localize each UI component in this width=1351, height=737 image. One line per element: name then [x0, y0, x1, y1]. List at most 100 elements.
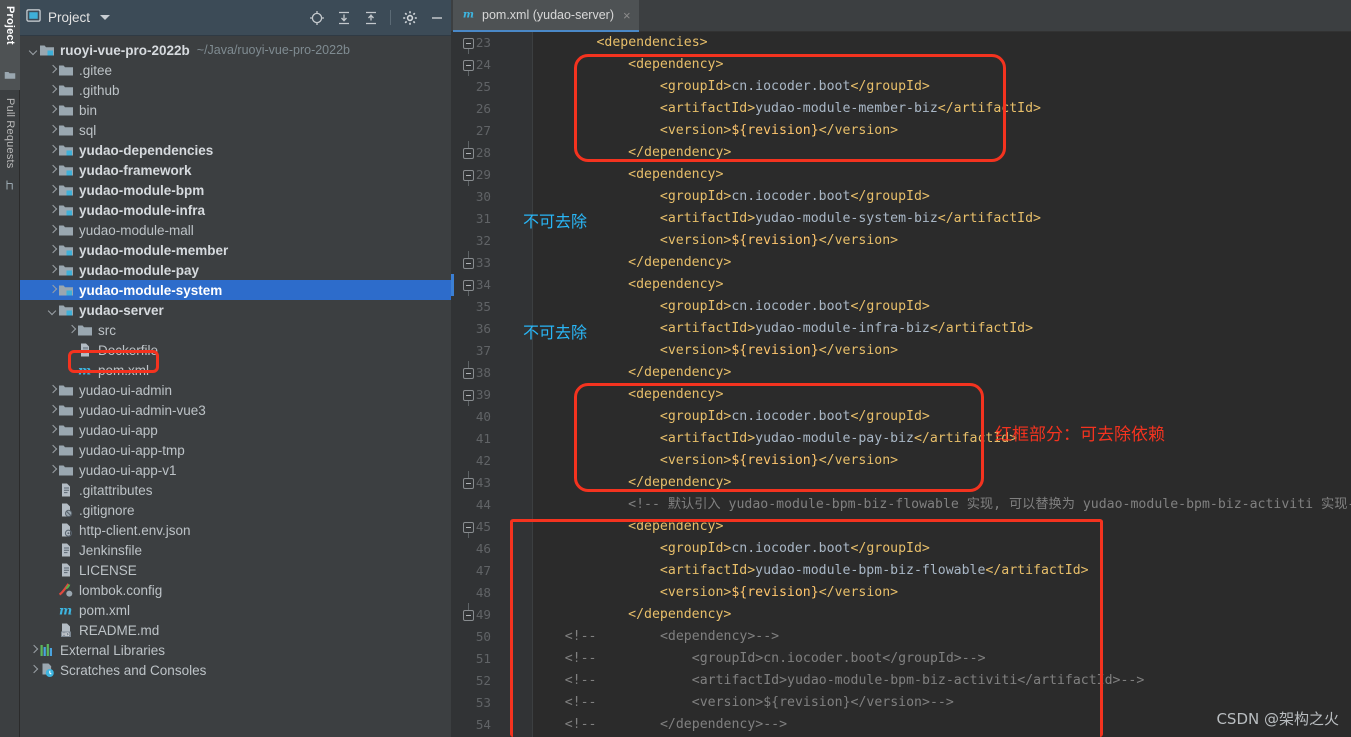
code-line: 23 <dependencies>	[451, 32, 1351, 54]
toolstrip-project-label: Project	[4, 6, 16, 45]
svg-text:m: m	[463, 8, 474, 20]
code-token-tag: <version>	[659, 585, 732, 600]
chevron-right-icon[interactable]	[47, 245, 58, 256]
tree-item-yudao-ui-admin-vue3[interactable]: yudao-ui-admin-vue3	[20, 400, 451, 420]
tree-item-yudao-ui-app-v1[interactable]: yudao-ui-app-v1	[20, 460, 451, 480]
code-fold-toggle[interactable]	[463, 522, 474, 533]
chevron-right-icon[interactable]	[47, 385, 58, 396]
tree-item-gitignore[interactable]: .gitignore	[20, 500, 451, 520]
tree-item-github[interactable]: .github	[20, 80, 451, 100]
tree-item-scratches-and-consoles[interactable]: Scratches and Consoles	[20, 660, 451, 680]
tree-item-lombok-config[interactable]: lombok.config	[20, 580, 451, 600]
tree-item-label: yudao-module-infra	[79, 202, 206, 218]
tree-item-pom-xml[interactable]: m pom.xml	[20, 600, 451, 620]
tree-item-yudao-module-infra[interactable]: yudao-module-infra	[20, 200, 451, 220]
chevron-right-icon[interactable]	[47, 265, 58, 276]
chevron-right-icon[interactable]	[47, 185, 58, 196]
tree-item-yudao-module-mall[interactable]: yudao-module-mall	[20, 220, 451, 240]
gear-icon[interactable]	[402, 10, 418, 26]
tree-item-label: LICENSE	[79, 562, 137, 578]
code-token-tag: </artifactId>	[937, 101, 1041, 116]
locate-target-icon[interactable]	[309, 10, 325, 26]
editor-tab-bar: m pom.xml (yudao-server) ×	[451, 0, 1351, 32]
tree-item-src[interactable]: src	[20, 320, 451, 340]
code-token-tag: </version>	[818, 453, 899, 468]
chevron-right-icon[interactable]	[47, 145, 58, 156]
code-line: 40 <groupId>cn.iocoder.boot</groupId>	[451, 406, 1351, 428]
chevron-right-icon[interactable]	[47, 125, 58, 136]
chevron-down-icon[interactable]	[28, 45, 39, 56]
code-fold-toggle[interactable]	[463, 478, 474, 489]
code-fold-toggle[interactable]	[463, 170, 474, 181]
tree-item-license[interactable]: LICENSE	[20, 560, 451, 580]
code-fold-line	[468, 361, 470, 368]
tree-item-yudao-framework[interactable]: yudao-framework	[20, 160, 451, 180]
code-line-text: <artifactId>yudao-module-bpm-biz-flowabl…	[660, 560, 1089, 582]
line-number: 41	[475, 431, 491, 446]
close-icon[interactable]: ×	[623, 8, 631, 23]
tree-item-gitee[interactable]: .gitee	[20, 60, 451, 80]
chevron-right-icon[interactable]	[28, 665, 39, 676]
tree-item-jenkinsfile[interactable]: Jenkinsfile	[20, 540, 451, 560]
tree-item-http-client-env-json[interactable]: http-client.env.json	[20, 520, 451, 540]
chevron-right-icon[interactable]	[47, 285, 58, 296]
chevron-right-icon[interactable]	[47, 65, 58, 76]
code-fold-toggle[interactable]	[463, 148, 474, 159]
chevron-right-icon[interactable]	[47, 105, 58, 116]
code-fold-toggle[interactable]	[463, 280, 474, 291]
expand-all-icon[interactable]	[336, 10, 352, 26]
tree-item-pom-xml[interactable]: m pom.xml	[20, 360, 451, 380]
tree-item-yudao-module-member[interactable]: yudao-module-member	[20, 240, 451, 260]
tree-item-yudao-server[interactable]: yudao-server	[20, 300, 451, 320]
code-fold-toggle[interactable]	[463, 38, 474, 49]
chevron-down-icon[interactable]	[47, 305, 58, 316]
lombok-icon	[58, 582, 74, 598]
chevron-right-icon[interactable]	[47, 445, 58, 456]
folder-icon	[4, 68, 16, 80]
project-tree[interactable]: ruoyi-vue-pro-2022b ~/Java/ruoyi-vue-pro-…	[20, 36, 451, 737]
code-fold-toggle[interactable]	[463, 60, 474, 71]
chevron-right-icon[interactable]	[47, 425, 58, 436]
code-line: 48 <version>${revision}</version>	[451, 582, 1351, 604]
editor-tab-pom-xml[interactable]: m pom.xml (yudao-server) ×	[453, 0, 639, 32]
collapse-all-icon[interactable]	[363, 10, 379, 26]
tree-item-label: .gitattributes	[79, 482, 153, 498]
tree-item-gitattributes[interactable]: .gitattributes	[20, 480, 451, 500]
tree-item-yudao-dependencies[interactable]: yudao-dependencies	[20, 140, 451, 160]
tree-item-label: yudao-ui-admin	[79, 382, 173, 398]
minimize-icon[interactable]	[429, 10, 445, 26]
code-fold-toggle[interactable]	[463, 390, 474, 401]
chevron-right-icon[interactable]	[28, 645, 39, 656]
tree-item-yudao-module-pay[interactable]: yudao-module-pay	[20, 260, 451, 280]
chevron-right-icon[interactable]	[47, 225, 58, 236]
chevron-right-icon[interactable]	[47, 165, 58, 176]
tree-item-label: yudao-ui-admin-vue3	[79, 402, 206, 418]
folder-icon	[58, 62, 74, 78]
tree-item-bin[interactable]: bin	[20, 100, 451, 120]
line-number: 37	[475, 343, 491, 358]
tree-item-yudao-module-system[interactable]: yudao-module-system	[20, 280, 451, 300]
tree-item-yudao-ui-app[interactable]: yudao-ui-app	[20, 420, 451, 440]
tree-item-yudao-ui-app-tmp[interactable]: yudao-ui-app-tmp	[20, 440, 451, 460]
tree-item-external-libraries[interactable]: External Libraries	[20, 640, 451, 660]
project-window-icon	[26, 8, 41, 28]
chevron-right-icon[interactable]	[47, 405, 58, 416]
tree-item-yudao-module-bpm[interactable]: yudao-module-bpm	[20, 180, 451, 200]
chevron-right-icon[interactable]	[47, 85, 58, 96]
chevron-right-icon[interactable]	[66, 325, 77, 336]
tree-item-readme-md[interactable]: MD README.md	[20, 620, 451, 640]
tree-item-ruoyi-vue-pro-2022b[interactable]: ruoyi-vue-pro-2022b ~/Java/ruoyi-vue-pro-…	[20, 40, 451, 60]
chevron-right-icon[interactable]	[47, 465, 58, 476]
code-fold-toggle[interactable]	[463, 258, 474, 269]
tree-item-dockerfile[interactable]: Dockerfile	[20, 340, 451, 360]
code-fold-toggle[interactable]	[463, 610, 474, 621]
tree-item-yudao-ui-admin[interactable]: yudao-ui-admin	[20, 380, 451, 400]
module-folder-icon	[58, 182, 74, 198]
chevron-down-icon[interactable]	[100, 15, 111, 20]
code-fold-toggle[interactable]	[463, 368, 474, 379]
code-token-txt: cn.iocoder.boot	[731, 299, 851, 314]
code-editor[interactable]: 23 <dependencies> 24 <dependency> 25 <groupId…	[451, 32, 1351, 737]
chevron-right-icon[interactable]	[47, 205, 58, 216]
tree-item-sql[interactable]: sql	[20, 120, 451, 140]
